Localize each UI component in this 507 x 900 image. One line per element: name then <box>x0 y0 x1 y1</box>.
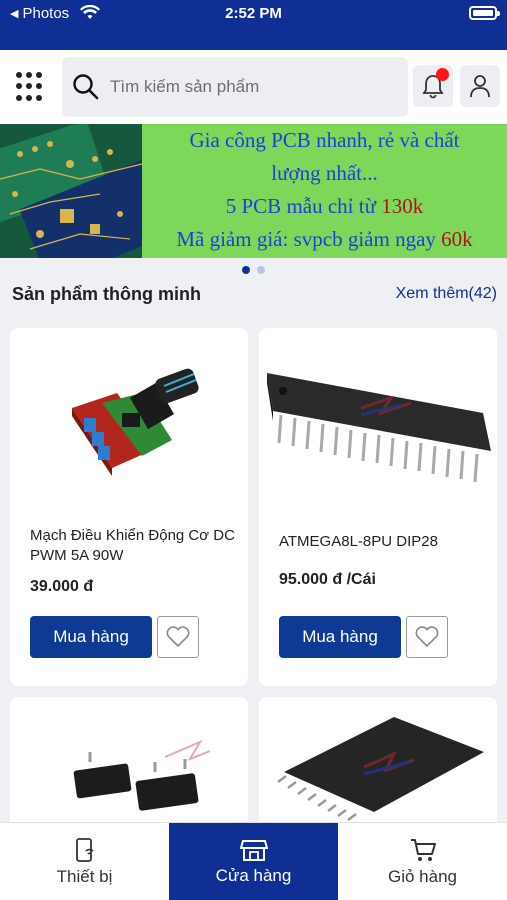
tab-devices[interactable]: Thiết bị <box>0 823 169 900</box>
section-title: Sản phẩm thông minh <box>12 284 201 304</box>
promo-line-1: Gia công PCB nhanh, rẻ và chất <box>189 128 460 152</box>
product-image <box>73 739 211 811</box>
promo-price: 130k <box>381 194 424 218</box>
device-icon <box>75 837 94 862</box>
product-card[interactable] <box>10 697 248 837</box>
buy-button[interactable]: Mua hàng <box>279 616 401 658</box>
promo-banner[interactable]: Gia công PCB nhanh, rẻ và chất lượng nhấ… <box>0 124 507 258</box>
favorite-button[interactable] <box>157 616 199 658</box>
tab-cart[interactable]: Giỏ hàng <box>338 823 507 900</box>
status-bar: ◀ Photos 2:52 PM <box>0 0 507 50</box>
search-bar[interactable]: Tìm kiếm sản phẩm <box>62 57 408 117</box>
notification-badge <box>436 68 449 81</box>
see-more-link[interactable]: Xem thêm(42) <box>396 285 497 303</box>
promo-discount: 60k <box>441 227 473 251</box>
product-name[interactable]: Mạch Điều Khiển Động Cơ DC PWM 5A 90W <box>30 526 235 566</box>
buy-button[interactable]: Mua hàng <box>30 616 152 658</box>
notification-button[interactable] <box>413 65 453 107</box>
product-image <box>277 717 484 821</box>
favorite-button[interactable] <box>406 616 448 658</box>
tab-label: Cửa hàng <box>215 865 292 885</box>
carousel-indicator <box>0 266 507 274</box>
product-price: 39.000 đ <box>30 578 94 595</box>
tab-label: Giỏ hàng <box>388 866 457 886</box>
product-card[interactable] <box>259 697 497 837</box>
clock: 2:52 PM <box>225 5 282 22</box>
product-image <box>72 368 199 476</box>
heart-icon <box>166 626 190 648</box>
carousel-dot[interactable] <box>242 266 250 274</box>
promo-line-2: lượng nhất... <box>271 161 378 185</box>
store-icon <box>239 839 268 861</box>
promo-text: Gia công PCB nhanh, rẻ và chất lượng nhấ… <box>142 124 507 258</box>
app-header: Tìm kiếm sản phẩm <box>0 50 507 124</box>
promo-line-4: Mã giảm giá: svpcb giảm ngay 60k <box>176 227 473 251</box>
battery-icon <box>469 6 500 20</box>
heart-icon <box>415 626 439 648</box>
cart-icon <box>410 838 436 861</box>
carousel-dot[interactable] <box>257 266 265 274</box>
product-name[interactable]: ATMEGA8L-8PU DIP28 <box>279 532 484 552</box>
search-input[interactable]: Tìm kiếm sản phẩm <box>110 77 259 97</box>
product-card[interactable]: Mạch Điều Khiển Động Cơ DC PWM 5A 90W 39… <box>10 328 248 686</box>
grid-menu-icon[interactable] <box>16 72 46 102</box>
tab-store[interactable]: Cửa hàng <box>169 823 338 900</box>
bottom-tab-bar: Thiết bị Cửa hàng Giỏ hàng <box>0 822 507 900</box>
product-image <box>267 373 491 483</box>
product-price: 95.000 đ /Cái <box>279 571 376 588</box>
user-icon <box>470 75 490 98</box>
pcb-image <box>0 124 142 258</box>
tab-label: Thiết bị <box>56 866 113 886</box>
product-card[interactable]: ATMEGA8L-8PU DIP28 95.000 đ /Cái Mua hàn… <box>259 328 497 686</box>
account-button[interactable] <box>460 65 500 107</box>
search-icon <box>73 74 99 100</box>
promo-line-3: 5 PCB mẫu chỉ từ 130k <box>225 194 424 218</box>
